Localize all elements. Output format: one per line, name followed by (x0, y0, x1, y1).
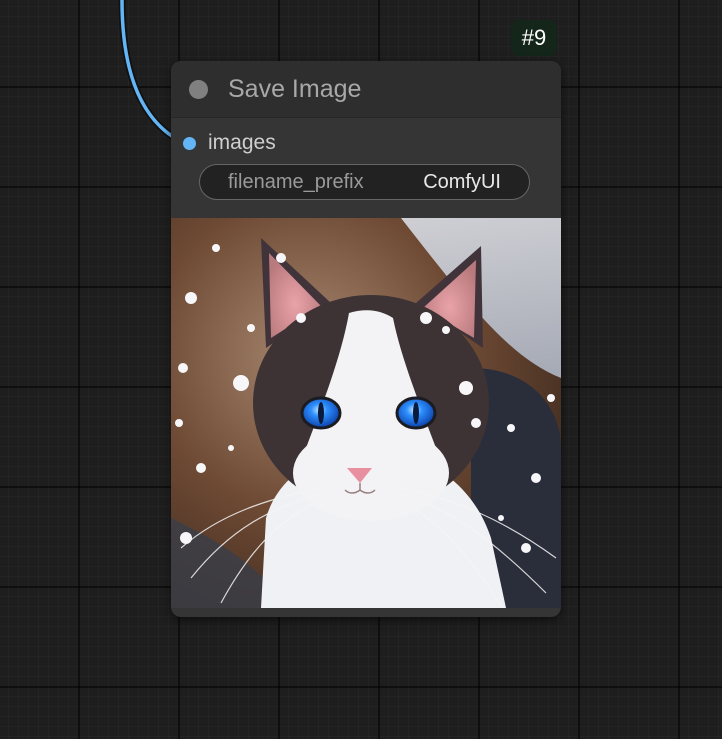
save-image-node[interactable]: Save Image images filename_prefix ComfyU… (171, 61, 561, 617)
input-slot-dot[interactable] (183, 136, 196, 150)
widget-name: filename_prefix (228, 170, 364, 193)
filename-prefix-widget[interactable]: filename_prefix ComfyUI (199, 164, 530, 200)
input-slot-images[interactable]: images (171, 131, 276, 155)
image-preview[interactable] (171, 218, 561, 608)
node-id-badge: #9 (511, 20, 557, 56)
node-title: Save Image (228, 74, 362, 103)
collapse-toggle[interactable] (189, 79, 208, 99)
cat-image (171, 218, 561, 608)
input-slot-label: images (208, 131, 276, 154)
widget-value: ComfyUI (423, 170, 501, 193)
node-title-bar[interactable]: Save Image (171, 61, 561, 118)
